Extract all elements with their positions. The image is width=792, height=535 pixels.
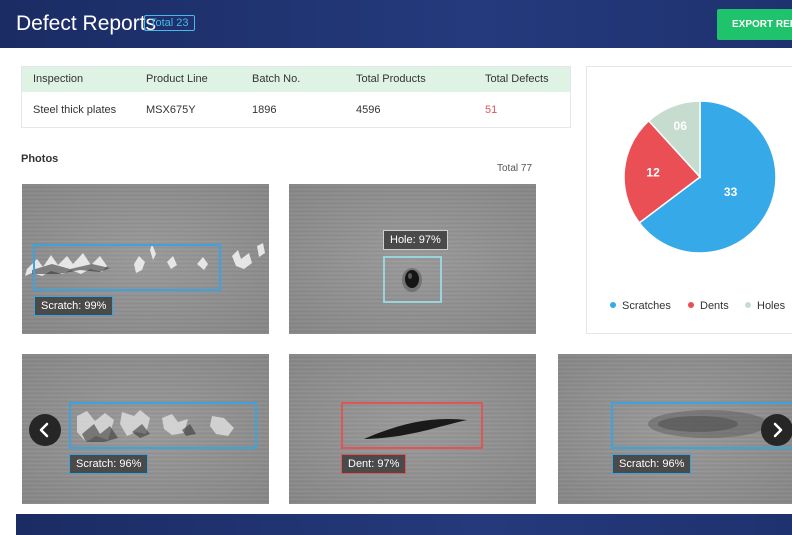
legend-holes: Holes xyxy=(745,300,785,312)
legend-label: Holes xyxy=(757,300,786,312)
legend-label: Dents xyxy=(700,300,729,312)
summary-table: Inspection Product Line Batch No. Total … xyxy=(21,66,571,128)
photo-card[interactable]: Scratch: 99% xyxy=(22,184,269,334)
left-gutter xyxy=(0,48,16,535)
pie-value-label: 06 xyxy=(674,119,688,133)
legend-dot xyxy=(745,302,751,309)
legend-label: Scratches xyxy=(622,300,671,312)
pie-value-label: 33 xyxy=(724,185,738,199)
detection-label: Scratch: 96% xyxy=(69,454,149,474)
cell-batch-no: 1896 xyxy=(252,104,277,116)
detection-box xyxy=(33,244,221,291)
legend-dot xyxy=(610,302,616,309)
photos-title: Photos xyxy=(21,153,59,165)
header-total-products: Total Products xyxy=(356,73,426,85)
defect-pie-chart-card: 33 12 06 xyxy=(586,66,792,334)
pie-value-label: 12 xyxy=(646,166,660,180)
export-report-button[interactable]: EXPORT REPO xyxy=(717,9,792,40)
defect-pie-chart: 33 12 06 xyxy=(623,100,777,254)
detection-label: Hole: 97% xyxy=(383,230,448,250)
legend-scratches: Scratches xyxy=(610,300,671,312)
footer-bar xyxy=(16,514,792,535)
photo-card[interactable]: Hole: 97% xyxy=(289,184,536,334)
cell-total-products: 4596 xyxy=(356,104,381,116)
header-inspection: Inspection xyxy=(33,73,84,85)
cell-product-line: MSX675Y xyxy=(146,104,196,116)
carousel-next-button[interactable] xyxy=(761,414,792,446)
photo-card[interactable]: Scratch: 96% xyxy=(558,354,792,504)
carousel-prev-button[interactable] xyxy=(29,414,61,446)
detection-label: Scratch: 99% xyxy=(34,296,114,316)
photos-total: Total 77 xyxy=(497,163,533,174)
header-total-defects: Total Defects xyxy=(485,73,549,85)
detection-label: Dent: 97% xyxy=(341,454,407,474)
total-badge: Total 23 xyxy=(144,15,195,31)
detection-box xyxy=(341,402,483,449)
table-header-row: Inspection Product Line Batch No. Total … xyxy=(22,67,570,92)
header-product-line: Product Line xyxy=(146,73,208,85)
cell-total-defects: 51 xyxy=(485,104,498,116)
chevron-left-icon xyxy=(39,422,49,438)
detection-box xyxy=(383,256,442,303)
cell-inspection: Steel thick plates xyxy=(33,104,117,116)
detection-box xyxy=(69,402,257,449)
photo-card[interactable]: Dent: 97% xyxy=(289,354,536,504)
chevron-right-icon xyxy=(773,422,783,438)
page-title: Defect Reports xyxy=(16,12,157,35)
detection-label: Scratch: 96% xyxy=(612,454,692,474)
legend-dot xyxy=(688,302,694,309)
header-batch-no: Batch No. xyxy=(252,73,301,85)
legend-dents: Dents xyxy=(688,300,729,312)
